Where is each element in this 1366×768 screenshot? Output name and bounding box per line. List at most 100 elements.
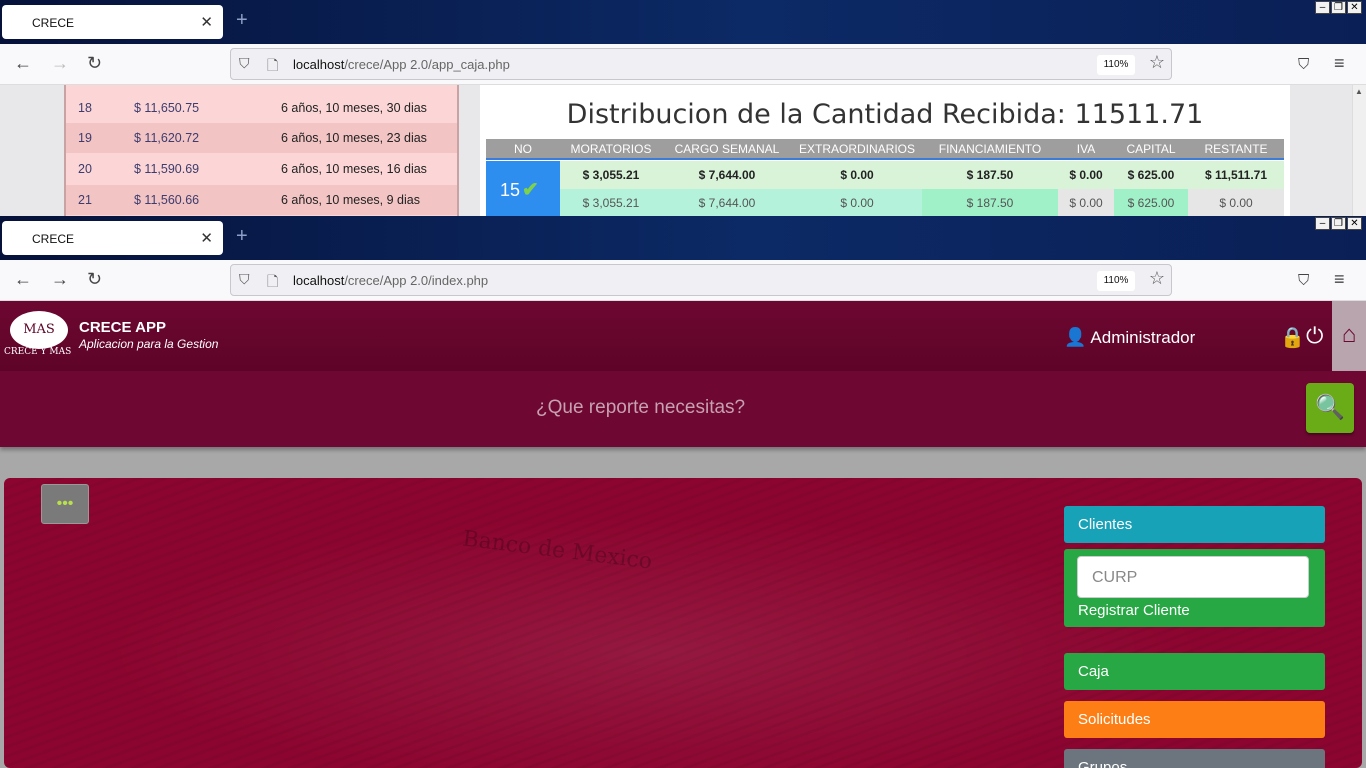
report-search-input[interactable]: ¿Que reporte necesitas?: [536, 397, 745, 419]
cell-iva: $ 0.00: [1069, 168, 1103, 182]
url-bar[interactable]: ⛉ 🗋 localhost/crece/App 2.0/index.php 11…: [230, 264, 1172, 296]
cell-cargo-semanal: $ 7,644.00: [662, 189, 792, 216]
restore-icon[interactable]: ❐: [1331, 1, 1346, 14]
new-tab-icon[interactable]: +: [236, 225, 248, 248]
grupos-button[interactable]: Grupos: [1064, 749, 1325, 768]
scroll-up-icon[interactable]: ▲: [1355, 87, 1363, 96]
cell-cargo-semanal: $ 7,644.00: [698, 168, 756, 182]
tab-title: CRECE: [32, 232, 75, 246]
cell-moratorios: $ 3,055.21: [582, 168, 640, 182]
shield-icon[interactable]: ⛉: [239, 55, 250, 72]
shield-icon[interactable]: ⛉: [239, 271, 250, 288]
header-financiamiento: FINANCIAMIENTO: [938, 142, 1042, 156]
reload-icon[interactable]: ↻: [87, 269, 102, 289]
menu-icon[interactable]: ≡: [1334, 53, 1345, 73]
curp-input[interactable]: CURP: [1077, 556, 1309, 598]
search-icon: 🔍: [1315, 394, 1345, 421]
payment-number-cell: 15 ✔: [486, 161, 560, 216]
page-icon: 🗋: [267, 273, 279, 289]
payment-time: 6 años, 10 meses, 23 dias: [281, 131, 427, 145]
new-tab-icon[interactable]: +: [236, 9, 248, 32]
distribution-title: Distribucion de la Cantidad Recibida: 11…: [566, 99, 1204, 130]
user-menu[interactable]: 👤 Administrador: [1064, 327, 1195, 348]
cell-iva: $ 0.00: [1058, 189, 1114, 216]
zoom-badge[interactable]: 110%: [1097, 271, 1135, 291]
app-content: MAS CRECE Y MAS CRECE APP Aplicacion par…: [0, 301, 1366, 768]
url-text[interactable]: localhost/crece/App 2.0/index.php: [293, 273, 488, 288]
payment-amount: $ 11,590.69: [134, 162, 200, 176]
star-icon[interactable]: ☆: [1149, 52, 1165, 73]
header-moratorios: MORATORIOS: [570, 142, 652, 156]
restore-icon[interactable]: ❐: [1331, 217, 1346, 230]
star-icon[interactable]: ☆: [1149, 268, 1165, 289]
url-bar[interactable]: ⛉ 🗋 localhost/crece/App 2.0/app_caja.php…: [230, 48, 1172, 80]
solicitudes-button[interactable]: Solicitudes: [1064, 701, 1325, 738]
lock-icon[interactable]: 🔒: [1280, 325, 1305, 350]
header-extraordinarios: EXTRAORDINARIOS: [798, 142, 915, 156]
header-cargo-semanal: CARGO SEMANAL: [674, 142, 780, 156]
pocket-icon[interactable]: ⛉: [1298, 271, 1309, 291]
caja-button[interactable]: Caja: [1064, 653, 1325, 690]
pocket-icon[interactable]: ⛉: [1298, 55, 1309, 75]
menu-icon[interactable]: ≡: [1334, 269, 1345, 289]
payment-time: 6 años, 10 meses, 9 dias: [281, 193, 420, 207]
cell-restante: $ 0.00: [1188, 189, 1284, 216]
payment-no: 21: [78, 193, 92, 207]
cell-extraordinarios: $ 0.00: [792, 189, 922, 216]
header-capital: CAPITAL: [1126, 142, 1176, 156]
back-icon[interactable]: ←: [14, 269, 32, 289]
zoom-badge[interactable]: 110%: [1097, 55, 1135, 75]
payment-number: 15: [500, 180, 521, 200]
back-icon[interactable]: ←: [14, 53, 32, 73]
power-icon[interactable]: ⏻: [1306, 323, 1323, 349]
app-subtitle: Aplicacion para la Gestion: [79, 337, 219, 351]
payment-no: 19: [78, 131, 92, 145]
url-text[interactable]: localhost/crece/App 2.0/app_caja.php: [293, 57, 510, 72]
forward-icon[interactable]: →: [51, 53, 69, 73]
nav-bar: ← → ↻ ⛉ 🗋 localhost/crece/App 2.0/index.…: [0, 260, 1366, 301]
clientes-button[interactable]: Clientes: [1064, 506, 1325, 543]
close-tab-icon[interactable]: ✕: [200, 229, 213, 247]
ellipsis-icon: •••: [56, 495, 74, 512]
cell-capital: $ 625.00: [1127, 168, 1175, 182]
nav-bar: ← → ↻ ⛉ 🗋 localhost/crece/App 2.0/app_ca…: [0, 44, 1366, 85]
scrollbar[interactable]: ▲: [1352, 85, 1366, 216]
cell-financiamiento: $ 187.50: [922, 189, 1058, 216]
check-icon: ✔: [522, 179, 539, 201]
payment-amount: $ 11,560.66: [134, 193, 200, 207]
app-title: CRECE APP: [79, 319, 166, 336]
page-icon: 🗋: [267, 57, 279, 73]
report-search-bar: ¿Que reporte necesitas? 🔍: [0, 371, 1366, 447]
close-tab-icon[interactable]: ✕: [200, 13, 213, 31]
table-row: 18 $ 11,650.75 6 años, 10 meses, 30 dias: [66, 93, 457, 123]
table-row: 19 $ 11,620.72 6 años, 10 meses, 23 dias: [66, 123, 457, 153]
browser-tab[interactable]: CRECE ✕: [2, 221, 223, 255]
cell-restante: $ 11,511.71: [1204, 168, 1268, 182]
forward-icon[interactable]: →: [51, 269, 69, 289]
cell-extraordinarios: $ 0.00: [840, 168, 874, 182]
user-icon: 👤: [1064, 327, 1087, 347]
tab-title: CRECE: [32, 16, 75, 30]
payment-no: 20: [78, 162, 92, 176]
window-close-icon[interactable]: ✕: [1347, 1, 1362, 14]
distribution-row: $ 3,055.21 $ 7,644.00 $ 0.00 $ 187.50 $ …: [560, 161, 1284, 189]
minimize-icon[interactable]: –: [1315, 1, 1330, 14]
minimize-icon[interactable]: –: [1315, 217, 1330, 230]
reload-icon[interactable]: ↻: [87, 53, 102, 73]
payment-amount: $ 11,650.75: [134, 101, 200, 115]
header-restante: RESTANTE: [1204, 142, 1268, 156]
table-row: 20 $ 11,590.69 6 años, 10 meses, 16 dias: [66, 154, 457, 184]
browser-window-index: CRECE ✕ + – ❐ ✕ ← → ↻ ⛉ 🗋 localhost/crec…: [0, 216, 1366, 768]
home-button[interactable]: ⌂: [1332, 301, 1366, 371]
register-client-link[interactable]: Registrar Cliente: [1078, 602, 1190, 619]
payment-time: 6 años, 10 meses, 30 dias: [281, 101, 427, 115]
user-name: Administrador: [1090, 328, 1196, 347]
cell-financiamiento: $ 187.50: [966, 168, 1014, 182]
payments-table: 18 $ 11,650.75 6 años, 10 meses, 30 dias…: [64, 85, 459, 216]
search-button[interactable]: 🔍: [1306, 383, 1354, 433]
more-options-button[interactable]: •••: [41, 484, 89, 524]
window-close-icon[interactable]: ✕: [1347, 217, 1362, 230]
cell-moratorios: $ 3,055.21: [560, 189, 662, 216]
logo[interactable]: MAS: [10, 311, 68, 349]
browser-tab[interactable]: CRECE ✕: [2, 5, 223, 39]
